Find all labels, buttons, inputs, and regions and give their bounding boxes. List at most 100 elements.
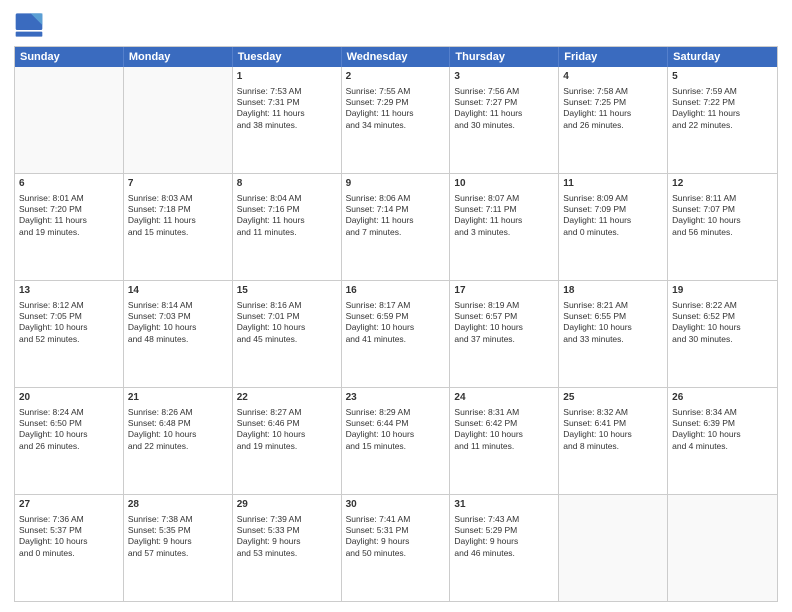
calendar-cell-empty bbox=[668, 495, 777, 601]
day-info-line: and 11 minutes. bbox=[237, 227, 337, 238]
day-info-line: and 19 minutes. bbox=[237, 441, 337, 452]
day-info-line: and 38 minutes. bbox=[237, 120, 337, 131]
day-number: 31 bbox=[454, 498, 554, 512]
calendar-cell-5: 5Sunrise: 7:59 AMSunset: 7:22 PMDaylight… bbox=[668, 67, 777, 173]
day-info-line: Daylight: 10 hours bbox=[454, 429, 554, 440]
header bbox=[14, 10, 778, 40]
day-info-line: and 3 minutes. bbox=[454, 227, 554, 238]
day-info-line: Daylight: 10 hours bbox=[237, 322, 337, 333]
day-number: 1 bbox=[237, 70, 337, 84]
day-info-line: and 22 minutes. bbox=[672, 120, 773, 131]
day-info-line: and 26 minutes. bbox=[19, 441, 119, 452]
weekday-header-wednesday: Wednesday bbox=[342, 47, 451, 67]
calendar-cell-23: 23Sunrise: 8:29 AMSunset: 6:44 PMDayligh… bbox=[342, 388, 451, 494]
day-info-line: Sunrise: 8:34 AM bbox=[672, 407, 773, 418]
day-info-line: and 0 minutes. bbox=[19, 548, 119, 559]
day-info-line: Sunrise: 7:41 AM bbox=[346, 514, 446, 525]
day-info-line: Daylight: 11 hours bbox=[563, 215, 663, 226]
weekday-header-thursday: Thursday bbox=[450, 47, 559, 67]
day-info-line: Sunset: 7:09 PM bbox=[563, 204, 663, 215]
day-number: 12 bbox=[672, 177, 773, 191]
day-info-line: Daylight: 9 hours bbox=[454, 536, 554, 547]
day-info-line: Sunset: 7:27 PM bbox=[454, 97, 554, 108]
calendar-row-3: 20Sunrise: 8:24 AMSunset: 6:50 PMDayligh… bbox=[15, 387, 777, 494]
day-info-line: and 53 minutes. bbox=[237, 548, 337, 559]
calendar-cell-11: 11Sunrise: 8:09 AMSunset: 7:09 PMDayligh… bbox=[559, 174, 668, 280]
day-info-line: Sunrise: 8:12 AM bbox=[19, 300, 119, 311]
page: SundayMondayTuesdayWednesdayThursdayFrid… bbox=[0, 0, 792, 612]
day-info-line: Sunrise: 8:29 AM bbox=[346, 407, 446, 418]
day-info-line: Sunrise: 8:03 AM bbox=[128, 193, 228, 204]
day-info-line: Sunrise: 8:07 AM bbox=[454, 193, 554, 204]
day-info-line: Sunrise: 7:59 AM bbox=[672, 86, 773, 97]
weekday-header-monday: Monday bbox=[124, 47, 233, 67]
day-number: 27 bbox=[19, 498, 119, 512]
day-number: 22 bbox=[237, 391, 337, 405]
day-number: 24 bbox=[454, 391, 554, 405]
day-info-line: Daylight: 11 hours bbox=[128, 215, 228, 226]
day-info-line: Sunrise: 8:01 AM bbox=[19, 193, 119, 204]
day-info-line: and 30 minutes. bbox=[672, 334, 773, 345]
day-info-line: and 45 minutes. bbox=[237, 334, 337, 345]
day-info-line: and 19 minutes. bbox=[19, 227, 119, 238]
day-info-line: and 46 minutes. bbox=[454, 548, 554, 559]
calendar-cell-1: 1Sunrise: 7:53 AMSunset: 7:31 PMDaylight… bbox=[233, 67, 342, 173]
day-info-line: and 37 minutes. bbox=[454, 334, 554, 345]
day-info-line: and 22 minutes. bbox=[128, 441, 228, 452]
day-number: 7 bbox=[128, 177, 228, 191]
day-info-line: Daylight: 9 hours bbox=[237, 536, 337, 547]
day-number: 14 bbox=[128, 284, 228, 298]
calendar-cell-26: 26Sunrise: 8:34 AMSunset: 6:39 PMDayligh… bbox=[668, 388, 777, 494]
day-info-line: Sunset: 6:52 PM bbox=[672, 311, 773, 322]
day-info-line: Sunset: 7:07 PM bbox=[672, 204, 773, 215]
day-info-line: Daylight: 10 hours bbox=[346, 322, 446, 333]
calendar-cell-24: 24 Sunrise: 8:31 AMSunset: 6:42 PMDayligh… bbox=[450, 388, 559, 494]
calendar-body: 1Sunrise: 7:53 AMSunset: 7:31 PMDaylight… bbox=[15, 67, 777, 601]
day-info-line: Sunset: 5:35 PM bbox=[128, 525, 228, 536]
calendar-cell-15: 15Sunrise: 8:16 AMSunset: 7:01 PMDayligh… bbox=[233, 281, 342, 387]
day-info-line: Sunrise: 7:55 AM bbox=[346, 86, 446, 97]
logo-icon bbox=[14, 10, 44, 40]
day-info-line: Sunrise: 7:53 AM bbox=[237, 86, 337, 97]
calendar-cell-27: 27 Sunrise: 7:36 AMSunset: 5:37 PMDayligh… bbox=[15, 495, 124, 601]
day-number: 21 bbox=[128, 391, 228, 405]
day-info-line: Daylight: 10 hours bbox=[19, 322, 119, 333]
calendar-row-4: 27Sunrise: 7:36 AMSunset: 5:37 PMDayligh… bbox=[15, 494, 777, 601]
day-info-line: Sunrise: 8:26 AM bbox=[128, 407, 228, 418]
calendar-cell-19: 19Sunrise: 8:22 AMSunset: 6:52 PMDayligh… bbox=[668, 281, 777, 387]
day-info-line: and 57 minutes. bbox=[128, 548, 228, 559]
day-info-line: Sunset: 5:33 PM bbox=[237, 525, 337, 536]
day-info-line: Sunrise: 7:36 AM bbox=[19, 514, 119, 525]
day-info-line: Sunset: 7:03 PM bbox=[128, 311, 228, 322]
day-info-line: Daylight: 11 hours bbox=[346, 108, 446, 119]
day-info-line: Daylight: 10 hours bbox=[237, 429, 337, 440]
day-info-line: Daylight: 11 hours bbox=[563, 108, 663, 119]
day-info-line: Sunrise: 8:11 AM bbox=[672, 193, 773, 204]
day-number: 29 bbox=[237, 498, 337, 512]
day-number: 11 bbox=[563, 177, 663, 191]
weekday-header-friday: Friday bbox=[559, 47, 668, 67]
day-info-line: Sunset: 6:59 PM bbox=[346, 311, 446, 322]
calendar: SundayMondayTuesdayWednesdayThursdayFrid… bbox=[14, 46, 778, 602]
day-info-line: Sunrise: 8:31 AM bbox=[454, 407, 554, 418]
day-info-line: Sunset: 6:42 PM bbox=[454, 418, 554, 429]
day-info-line: Daylight: 10 hours bbox=[563, 429, 663, 440]
calendar-cell-2: 2Sunrise: 7:55 AMSunset: 7:29 PMDaylight… bbox=[342, 67, 451, 173]
calendar-row-0: 1Sunrise: 7:53 AMSunset: 7:31 PMDaylight… bbox=[15, 67, 777, 173]
day-info-line: Sunset: 5:37 PM bbox=[19, 525, 119, 536]
day-info-line: Sunset: 7:11 PM bbox=[454, 204, 554, 215]
calendar-cell-8: 8Sunrise: 8:04 AMSunset: 7:16 PMDaylight… bbox=[233, 174, 342, 280]
day-number: 20 bbox=[19, 391, 119, 405]
day-info-line: Daylight: 10 hours bbox=[346, 429, 446, 440]
day-info-line: and 30 minutes. bbox=[454, 120, 554, 131]
day-info-line: Sunset: 7:25 PM bbox=[563, 97, 663, 108]
calendar-cell-3: 3Sunrise: 7:56 AMSunset: 7:27 PMDaylight… bbox=[450, 67, 559, 173]
calendar-row-2: 13Sunrise: 8:12 AMSunset: 7:05 PMDayligh… bbox=[15, 280, 777, 387]
calendar-cell-20: 20Sunrise: 8:24 AMSunset: 6:50 PMDayligh… bbox=[15, 388, 124, 494]
day-info-line: Sunrise: 7:39 AM bbox=[237, 514, 337, 525]
day-info-line: Sunset: 7:18 PM bbox=[128, 204, 228, 215]
day-number: 13 bbox=[19, 284, 119, 298]
day-info-line: Daylight: 10 hours bbox=[19, 536, 119, 547]
day-info-line: Sunrise: 8:14 AM bbox=[128, 300, 228, 311]
day-info-line: and 52 minutes. bbox=[19, 334, 119, 345]
